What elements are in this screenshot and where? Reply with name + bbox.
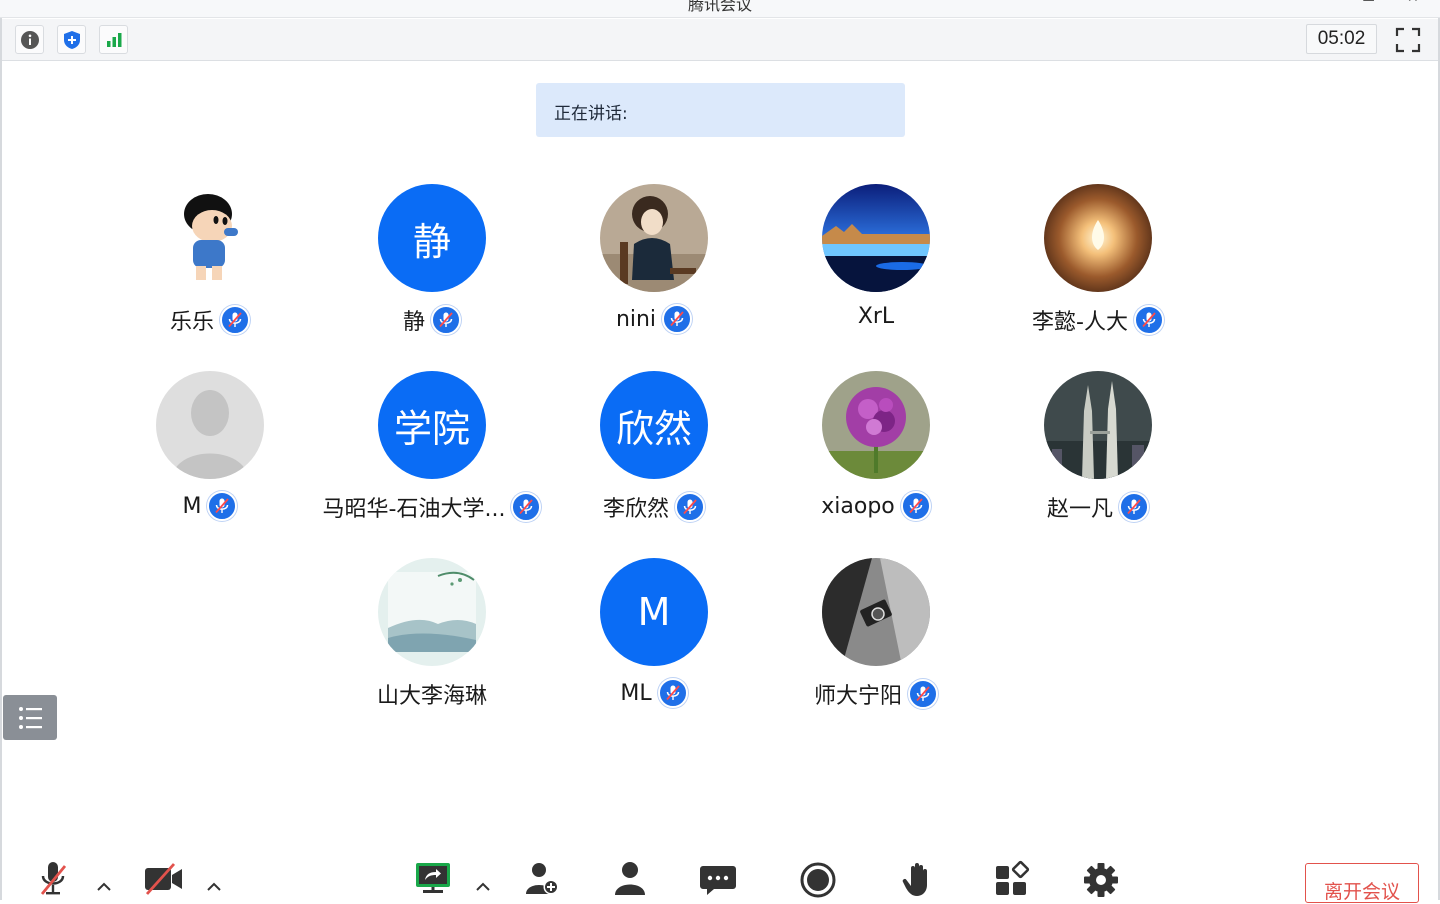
info-icon[interactable] — [15, 25, 44, 54]
participant-name-row: 乐乐 — [90, 304, 330, 336]
mic-muted-icon — [431, 305, 461, 335]
apps-icon[interactable] — [990, 860, 1034, 900]
chat-icon[interactable] — [696, 860, 740, 900]
cartoon-boy-avatar — [156, 184, 264, 292]
participant-name-row: 李懿-人大 — [978, 304, 1218, 336]
woman-portrait-avatar — [600, 184, 708, 292]
participant-name-row: ML — [534, 678, 774, 708]
ocean-landscape-avatar — [822, 184, 930, 292]
misty-landscape-avatar — [378, 558, 486, 666]
participant-tile[interactable]: 静静 — [312, 184, 552, 344]
default-person-avatar — [156, 371, 264, 479]
participant-name: nini — [615, 306, 657, 332]
participant-tile[interactable]: 学院马昭华-石油大学... — [312, 371, 552, 531]
share-options-chevron-icon[interactable] — [474, 878, 492, 896]
city-towers-avatar — [1044, 371, 1152, 479]
participant-name: M — [182, 493, 202, 519]
meeting-toolbar: 05:02 — [2, 19, 1438, 61]
candle-light-avatar — [1044, 184, 1152, 292]
shield-icon[interactable] — [57, 25, 86, 54]
participant-name: 赵一凡 — [1046, 497, 1113, 522]
participant-name-row: nini — [534, 304, 774, 334]
purple-flower-avatar — [822, 371, 930, 479]
mic-muted-icon — [207, 491, 238, 521]
list-icon — [19, 706, 42, 729]
participant-name: xiaopo — [821, 493, 895, 519]
camera-off-icon[interactable] — [141, 860, 185, 900]
speaking-label: 正在讲话: — [554, 104, 628, 124]
text-avatar: M — [600, 558, 708, 666]
participant-list-toggle-button[interactable] — [3, 695, 57, 740]
participant-tile[interactable]: 乐乐 — [90, 184, 330, 344]
participant-name: ML — [620, 680, 652, 706]
participant-name: 李欣然 — [602, 497, 669, 522]
participant-name-row: 李欣然 — [534, 491, 774, 523]
mic-muted-icon — [900, 491, 931, 521]
participant-name: 马昭华-石油大学... — [322, 497, 506, 522]
text-avatar: 学院 — [378, 371, 486, 479]
close-button[interactable]: ✕ — [1407, 0, 1419, 6]
participant-name-row: M — [90, 491, 330, 521]
participant-name: XrL — [857, 304, 895, 329]
participant-tile[interactable]: nini — [534, 184, 774, 344]
participant-name-row: xiaopo — [756, 491, 996, 521]
mic-muted-icon — [657, 678, 688, 708]
participant-name-row: XrL — [756, 304, 996, 329]
members-icon[interactable] — [608, 860, 652, 900]
text-avatar: 欣然 — [600, 371, 708, 479]
participant-name: 静 — [402, 310, 425, 335]
camera-options-chevron-icon[interactable] — [205, 878, 223, 896]
participant-name-row: 静 — [312, 304, 552, 336]
participant-tile[interactable]: 赵一凡 — [978, 371, 1218, 531]
participant-name: 师大宁阳 — [813, 684, 902, 709]
mic-muted-icon — [220, 305, 250, 335]
participant-name-row: 赵一凡 — [978, 491, 1218, 523]
window-titlebar: 腾讯会议 ▬ ✕ — [0, 0, 1440, 18]
invite-icon[interactable] — [520, 860, 564, 900]
share-screen-icon[interactable] — [411, 860, 455, 900]
participant-tile[interactable]: 李懿-人大 — [978, 184, 1218, 344]
participant-tile[interactable]: XrL — [756, 184, 996, 344]
leave-meeting-button[interactable]: 离开会议 — [1305, 863, 1419, 903]
participant-name-row: 马昭华-石油大学... — [312, 491, 552, 523]
minimize-button[interactable]: ▬ — [1362, 0, 1375, 6]
camera-photo-avatar — [822, 558, 930, 666]
participant-tile[interactable]: 师大宁阳 — [756, 558, 996, 718]
participant-tile[interactable]: M ML — [534, 558, 774, 718]
participant-name-row: 师大宁阳 — [756, 678, 996, 710]
mic-muted-icon — [908, 679, 938, 709]
participant-name: 山大李海琳 — [376, 684, 487, 709]
meeting-timer: 05:02 — [1306, 24, 1377, 54]
participant-tile[interactable]: 山大李海琳 — [312, 558, 552, 718]
participant-name-row: 山大李海琳 — [312, 678, 552, 710]
meeting-control-bar: 离开会议 — [0, 850, 1440, 903]
record-icon[interactable] — [796, 860, 840, 900]
speaking-indicator: 正在讲话: — [536, 83, 905, 137]
mic-muted-icon — [1133, 305, 1164, 335]
mic-muted-icon — [1119, 492, 1149, 522]
mic-muted-icon — [675, 492, 705, 522]
settings-icon[interactable] — [1079, 860, 1123, 900]
participant-tile[interactable]: xiaopo — [756, 371, 996, 531]
mic-muted-icon — [662, 304, 693, 334]
participant-tile[interactable]: M — [90, 371, 330, 531]
participant-tile[interactable]: 欣然 李欣然 — [534, 371, 774, 531]
participant-name: 李懿-人大 — [1032, 310, 1128, 335]
participant-name: 乐乐 — [169, 310, 214, 335]
signal-bars-icon[interactable] — [99, 25, 128, 54]
window-border-left — [0, 18, 2, 900]
mic-muted-icon[interactable] — [31, 860, 75, 900]
raise-hand-icon[interactable] — [896, 860, 940, 900]
fullscreen-icon[interactable] — [1394, 26, 1422, 54]
text-avatar: 静 — [378, 184, 486, 292]
window-title: 腾讯会议 — [687, 0, 752, 14]
mic-options-chevron-icon[interactable] — [95, 878, 113, 896]
